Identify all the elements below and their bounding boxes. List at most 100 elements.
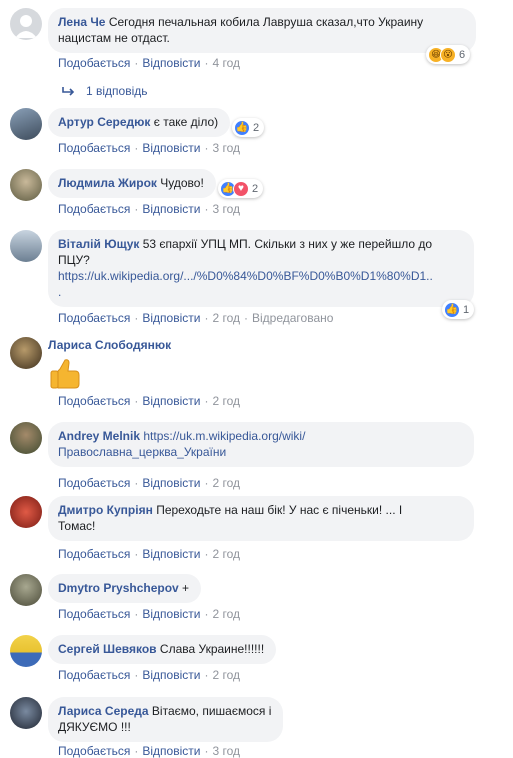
reactions-badge[interactable]: 👍 ♥ 2 — [218, 179, 264, 198]
like-button[interactable]: Подобається — [58, 394, 130, 408]
comment-actions: Подобається · Відповісти · 2 год — [58, 476, 240, 490]
timestamp[interactable]: 3 год — [212, 744, 240, 758]
reply-button[interactable]: Відповісти — [142, 476, 200, 490]
timestamp[interactable]: 4 год — [212, 56, 240, 70]
like-button[interactable]: Подобається — [58, 141, 130, 155]
thumbs-up-sticker-icon — [50, 359, 80, 389]
reactions-badge[interactable]: 😆 😮 6 — [426, 45, 471, 64]
timestamp[interactable]: 2 год — [212, 668, 240, 682]
comment-link[interactable]: https://uk.m.wikipedia.org/wiki/ — [143, 429, 305, 443]
comment: Віталій Ющук 53 єпархії УПЦ МП. Скільки … — [10, 230, 490, 325]
avatar[interactable] — [10, 8, 42, 40]
timestamp[interactable]: 3 год — [212, 202, 240, 216]
avatar[interactable] — [10, 496, 42, 528]
reply-button[interactable]: Відповісти — [142, 141, 200, 155]
comment-author[interactable]: Andrey Melnik — [58, 429, 140, 443]
like-button[interactable]: Подобається — [58, 744, 130, 758]
reaction-count: 1 — [463, 303, 470, 316]
timestamp[interactable]: 3 год — [212, 141, 240, 155]
comment-author[interactable]: Dmytro Pryshchepov — [58, 581, 179, 595]
timestamp[interactable]: 2 год — [212, 547, 240, 561]
comment-actions: Подобається · Відповісти · 2 год — [58, 668, 240, 682]
reaction-count: 2 — [253, 121, 260, 134]
comment-bubble: Лена Че Сегодня печальная кобила Лавруша… — [48, 8, 476, 53]
comment-actions: Подобається · Відповісти · 4 год — [58, 56, 240, 70]
comment-bubble: Артур Середюк є таке діло) — [48, 108, 231, 137]
comment-text-2: Томас! — [58, 519, 96, 533]
comment: Сергей Шевяков Слава Украине!!!!!! Подоб… — [10, 635, 490, 685]
avatar[interactable] — [10, 337, 42, 369]
comment: Дмитро Купріян Переходьте на наш бік! У … — [10, 496, 490, 566]
reply-arrow-icon — [62, 87, 75, 96]
comment-author[interactable]: Дмитро Купріян — [58, 503, 153, 517]
comment: Людмила Жирок Чудово! 👍 ♥ 2 Подобається ·… — [10, 169, 490, 219]
avatar[interactable] — [10, 422, 42, 454]
comment-link[interactable]: https://uk.wikipedia.org/.../%D0%84%D0%B… — [58, 269, 433, 283]
reaction-count: 2 — [252, 182, 259, 195]
comment-text: Вітаємо, пишаємося і — [151, 704, 272, 718]
comment-actions: Подобається · Відповісти · 2 год — [58, 607, 240, 621]
comment-link-tail[interactable]: . — [58, 285, 61, 299]
comment-bubble: Дмитро Купріян Переходьте на наш бік! У … — [48, 496, 474, 541]
reply-button[interactable]: Відповісти — [142, 607, 200, 621]
comment-link-2[interactable]: Православна_церква_України — [58, 445, 226, 459]
like-reaction-icon: 👍 — [444, 301, 460, 318]
avatar[interactable] — [10, 697, 42, 729]
like-button[interactable]: Подобається — [58, 56, 130, 70]
comment: Лариса Середа Вітаємо, пишаємося і ДЯКУЄ… — [10, 697, 490, 758]
comment-text: Чудово! — [160, 176, 204, 190]
avatar[interactable] — [10, 574, 42, 606]
comment: Лена Че Сегодня печальная кобила Лавруша… — [10, 8, 490, 108]
comment-bubble: Dmytro Pryshchepov + — [48, 574, 202, 603]
comment-text: Слава Украине!!!!!! — [159, 642, 265, 656]
reactions-badge[interactable]: 👍 1 — [442, 300, 475, 319]
comment-author[interactable]: Сергей Шевяков — [58, 642, 157, 656]
avatar[interactable] — [10, 230, 42, 262]
reply-button[interactable]: Відповісти — [142, 744, 200, 758]
comment: Dmytro Pryshchepov + Подобається · Відпові… — [10, 574, 490, 624]
reply-button[interactable]: Відповісти — [142, 668, 200, 682]
comment-author[interactable]: Лариса Слободянюк — [48, 338, 171, 352]
reply-button[interactable]: Відповісти — [142, 547, 200, 561]
reply-button[interactable]: Відповісти — [142, 311, 200, 325]
like-button[interactable]: Подобається — [58, 476, 130, 490]
comment-bubble: Людмила Жирок Чудово! — [48, 169, 216, 198]
like-button[interactable]: Подобається — [58, 311, 130, 325]
like-button[interactable]: Подобається — [58, 607, 130, 621]
like-button[interactable]: Подобається — [58, 668, 130, 682]
reactions-badge[interactable]: 👍 2 — [232, 118, 265, 137]
comment-text: + — [182, 581, 190, 595]
like-button[interactable]: Подобається — [58, 202, 130, 216]
timestamp[interactable]: 2 год — [212, 607, 240, 621]
comment: Лариса Слободянюк Подобається · Відповісти… — [10, 337, 490, 412]
comment-text: Сегодня печальная кобила Лавруша сказал,… — [58, 15, 424, 45]
reply-button[interactable]: Відповісти — [142, 394, 200, 408]
like-button[interactable]: Подобається — [58, 547, 130, 561]
comment-bubble: Віталій Ющук 53 єпархії УПЦ МП. Скільки … — [48, 230, 474, 307]
love-reaction-icon: ♥ — [233, 180, 249, 197]
comment-actions: Подобається · Відповісти · 3 год — [58, 141, 240, 155]
comment-actions: Подобається · Відповісти · 2 год — [58, 394, 240, 408]
timestamp[interactable]: 2 год — [212, 476, 240, 490]
view-replies-link[interactable]: 1 відповідь — [62, 84, 148, 98]
avatar[interactable] — [10, 169, 42, 201]
comment-author-row: Лариса Слободянюк — [48, 338, 171, 352]
comment-author[interactable]: Людмила Жирок — [58, 176, 157, 190]
comment-actions: Подобається · Відповісти · 3 год — [58, 744, 240, 758]
comment-bubble: Andrey Melnik https://uk.m.wikipedia.org… — [48, 422, 474, 467]
comment: Andrey Melnik https://uk.m.wikipedia.org… — [10, 422, 490, 492]
reply-button[interactable]: Відповісти — [142, 56, 200, 70]
default-avatar-icon — [15, 15, 37, 38]
edited-label[interactable]: Відредаговано — [252, 311, 333, 325]
comment-author[interactable]: Лариса Середа — [58, 704, 149, 718]
avatar[interactable] — [10, 108, 42, 140]
reply-button[interactable]: Відповісти — [142, 202, 200, 216]
comment-author[interactable]: Віталій Ющук — [58, 237, 139, 251]
timestamp[interactable]: 2 год — [212, 394, 240, 408]
comment-bubble: Лариса Середа Вітаємо, пишаємося і ДЯКУЄ… — [48, 697, 284, 742]
comment-author[interactable]: Лена Че — [58, 15, 105, 29]
comment-author[interactable]: Артур Середюк — [58, 115, 150, 129]
timestamp[interactable]: 2 год — [212, 311, 240, 325]
reaction-count: 6 — [459, 48, 466, 61]
avatar[interactable] — [10, 635, 42, 667]
